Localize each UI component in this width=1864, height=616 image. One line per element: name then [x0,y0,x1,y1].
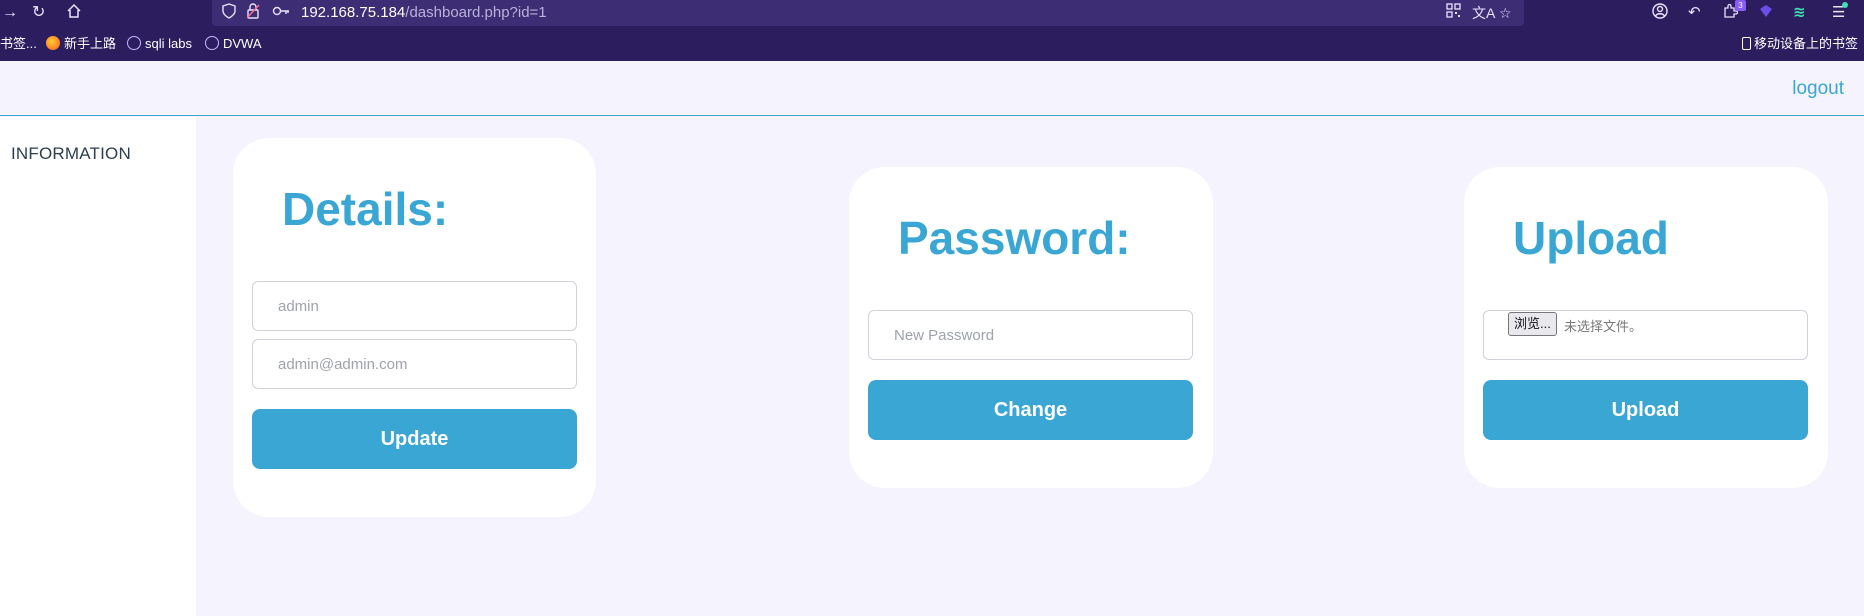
qr-code-icon[interactable] [1446,3,1461,23]
file-input[interactable]: 浏览... 未选择文件。 [1483,310,1808,360]
bookmarks-toolbar: 书签... 新手上路 sqli labs DVWA 移动设备上的书签 [0,26,1864,61]
extension-badge: 3 [1735,0,1746,11]
insecure-lock-icon[interactable] [246,3,260,24]
new-password-field[interactable] [868,310,1193,360]
bookmark-star-icon[interactable]: ☆ [1499,3,1512,23]
url-text: 192.168.75.184/dashboard.php?id=1 [301,3,547,23]
browse-button[interactable]: 浏览... [1508,312,1557,336]
bookmark-item[interactable]: DVWA [205,36,262,52]
bookmark-item[interactable]: 新手上路 [46,36,116,52]
logout-link[interactable]: logout [1792,78,1844,100]
reload-icon[interactable]: ↻ [32,3,45,23]
forward-icon[interactable]: → [2,3,18,23]
firefox-icon [46,36,60,50]
update-button[interactable]: Update [252,409,577,469]
mobile-icon [1742,37,1751,50]
page-header: logout [0,61,1864,116]
password-card: Password: Change [849,167,1213,488]
bookmark-item[interactable]: sqli labs [127,36,192,52]
key-icon[interactable] [272,3,290,24]
url-host: 192.168.75.184 [301,4,406,21]
globe-icon [205,36,219,50]
bookmark-item[interactable]: 书签... [0,36,37,52]
shield-icon[interactable] [222,3,236,24]
password-title: Password: [898,212,1131,264]
globe-icon [127,36,141,50]
translate-icon[interactable]: 文A [1472,3,1495,23]
wave-extension-icon[interactable]: ≋ [1793,3,1806,23]
address-bar[interactable]: 192.168.75.184/dashboard.php?id=1 文A ☆ [212,0,1524,26]
upload-title: Upload [1513,212,1669,264]
update-dot [1842,2,1848,8]
main-content: Details: Update Password: Change Upload … [196,117,1864,616]
sidebar: INFORMATION [0,117,196,616]
sidebar-item-information[interactable]: INFORMATION [11,144,131,164]
mobile-bookmarks[interactable]: 移动设备上的书签 [1742,36,1858,52]
change-button[interactable]: Change [868,380,1193,440]
details-card: Details: Update [233,138,596,517]
file-status: 未选择文件。 [1564,319,1643,334]
upload-card: Upload 浏览... 未选择文件。 Upload [1464,167,1828,488]
email-field[interactable] [252,339,577,389]
account-icon[interactable] [1652,3,1668,25]
username-field[interactable] [252,281,577,331]
upload-button[interactable]: Upload [1483,380,1808,440]
extension-icon[interactable] [1758,3,1774,25]
home-icon[interactable] [66,3,82,25]
url-path: /dashboard.php?id=1 [405,4,547,21]
browser-toolbar: → ↻ 192.168.75.184/dashboard.php?id=1 文A… [0,0,1864,26]
back-arrow-icon[interactable]: ↶ [1688,3,1701,23]
details-title: Details: [282,183,449,235]
